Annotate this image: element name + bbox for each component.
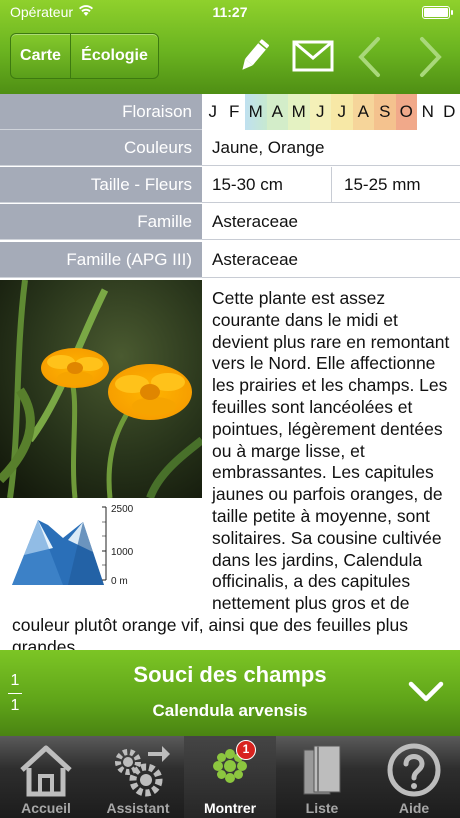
books-icon	[303, 745, 341, 795]
tab-map[interactable]: Carte	[11, 34, 71, 78]
month-jun: J	[309, 94, 331, 130]
size-label: Taille - Fleurs	[0, 167, 202, 203]
tab-montrer[interactable]: 1 Montrer	[184, 736, 276, 818]
tab-bar: Accueil Assistant 1 Montrer Liste Aide	[0, 736, 460, 818]
apg-family-label: Famille (APG III)	[0, 242, 202, 278]
pencil-icon[interactable]	[236, 36, 272, 76]
colors-label: Couleurs	[0, 130, 202, 166]
species-common-name: Souci des champs	[133, 662, 327, 687]
flowering-row: Floraison J F M A M J J A S O N D	[0, 94, 460, 130]
flowering-label: Floraison	[0, 94, 202, 130]
month-aug: A	[352, 94, 374, 130]
family-label: Famille	[0, 204, 202, 240]
battery-icon	[422, 6, 453, 19]
month-oct: O	[395, 94, 417, 130]
flower-size-value: 15-25 mm	[344, 175, 421, 194]
tab-montrer-label: Montrer	[203, 800, 257, 816]
tab-ecology[interactable]: Écologie	[71, 34, 158, 78]
description-text-area: Cette plante est assez courante dans le …	[0, 288, 450, 650]
tab-assistant[interactable]: Assistant	[92, 736, 184, 818]
tab-aide[interactable]: Aide	[368, 736, 460, 818]
top-bar: Opérateur 11:27 Carte Écologie	[0, 0, 460, 94]
view-segmented-control: Carte Écologie	[10, 33, 159, 79]
clock: 11:27	[212, 4, 248, 20]
month-mar: M	[245, 94, 267, 130]
tab-accueil[interactable]: Accueil	[0, 736, 92, 818]
house-icon	[20, 745, 72, 797]
tab-assistant-label: Assistant	[106, 800, 170, 816]
month-dec: D	[438, 94, 460, 130]
month-nov: N	[417, 94, 439, 130]
family-row: Famille Asteraceae	[0, 204, 460, 240]
month-sep: S	[374, 94, 396, 130]
size-row: Taille - Fleurs 15-30 cm 15-25 mm	[0, 167, 460, 203]
mail-icon[interactable]	[292, 40, 334, 72]
status-bar: Opérateur 11:27	[0, 0, 460, 26]
tab-accueil-label: Accueil	[21, 800, 71, 816]
species-latin-name: Calendula arvensis	[152, 701, 308, 720]
chevron-down-icon[interactable]	[408, 680, 444, 704]
help-icon	[387, 743, 441, 797]
notification-badge: 1	[236, 740, 256, 760]
month-may: M	[288, 94, 310, 130]
species-bar[interactable]: 1 1 Souci des champs Calendula arvensis	[0, 650, 460, 736]
plant-size-value: 15-30 cm	[212, 175, 283, 194]
month-apr: A	[266, 94, 288, 130]
month-jan: J	[202, 94, 224, 130]
apg-family-row: Famille (APG III) Asteraceae	[0, 242, 460, 278]
colors-row: Couleurs Jaune, Orange	[0, 130, 460, 166]
flowering-months: J F M A M J J A S O N D	[202, 94, 460, 130]
chevron-left-icon[interactable]	[356, 36, 382, 78]
tab-aide-label: Aide	[398, 800, 430, 816]
month-feb: F	[223, 94, 245, 130]
family-value: Asteraceae	[212, 212, 298, 231]
chevron-right-icon[interactable]	[418, 36, 444, 78]
tab-liste[interactable]: Liste	[276, 736, 368, 818]
month-jul: J	[331, 94, 353, 130]
gears-icon	[115, 746, 170, 797]
apg-family-value: Asteraceae	[212, 250, 298, 269]
colors-value: Jaune, Orange	[212, 138, 325, 157]
tab-liste-label: Liste	[305, 800, 339, 816]
